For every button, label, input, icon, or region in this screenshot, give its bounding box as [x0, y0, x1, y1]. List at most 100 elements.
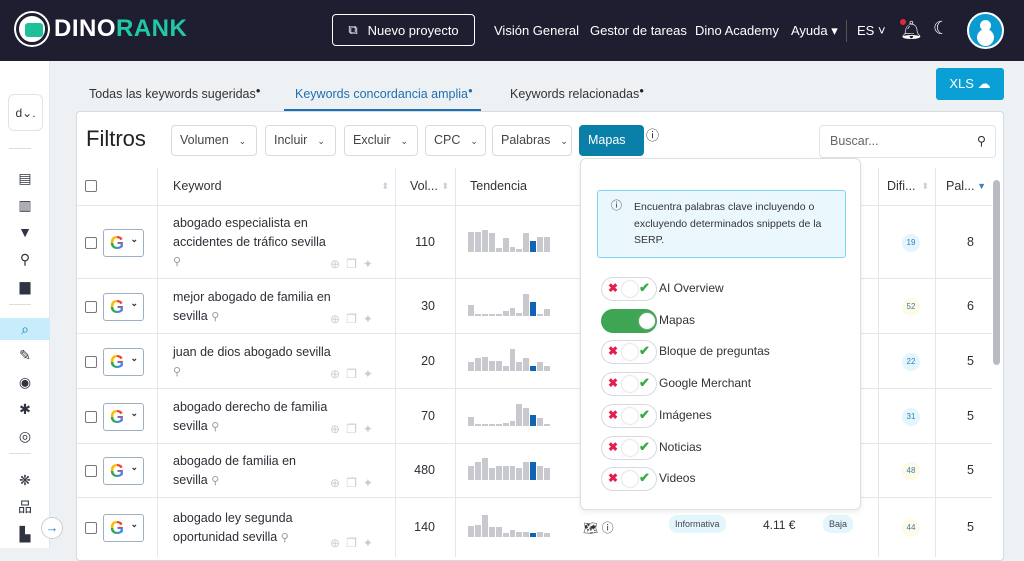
tab-broad-match[interactable]: Keywords concordancia amplia● [295, 86, 473, 101]
pencil-icon[interactable]: ✎ [0, 344, 50, 366]
row-checkbox[interactable] [85, 410, 97, 423]
ai-sparkle-icon[interactable]: ✦ [363, 476, 379, 490]
bug-icon[interactable]: ✱ [0, 398, 50, 420]
trend-bar [488, 314, 495, 316]
column-label: Keyword [173, 179, 222, 193]
column-trend[interactable]: Tendencia [455, 168, 580, 205]
report-icon[interactable]: ▤ [0, 167, 50, 189]
trend-bar [468, 231, 474, 252]
search-engine-dropdown[interactable]: G ⌄ [103, 292, 144, 321]
map-pin-icon[interactable]: ⚲ [0, 248, 50, 270]
filter-include[interactable]: Incluir ⌄ [265, 125, 336, 156]
toggle-ai-overview[interactable]: ✖ ✔ [601, 277, 657, 301]
toggle-noticias[interactable]: ✖ ✔ [601, 435, 657, 460]
filter-words[interactable]: Palabras ⌄ [492, 125, 572, 156]
user-avatar[interactable] [967, 12, 1004, 49]
expand-sidebar-arrow-icon[interactable]: → [41, 517, 63, 539]
filter-maps-active[interactable]: Mapas ✖ [579, 125, 644, 176]
search-icon[interactable]: ⚲ [211, 475, 219, 487]
filter-cpc[interactable]: CPC ⌄ [425, 125, 486, 156]
toggle-bloque-de-preguntas[interactable]: ✖ ✔ [601, 340, 657, 365]
cookie-icon[interactable]: ◉ [0, 371, 50, 393]
new-project-button[interactable]: ⧉ Nuevo proyecto [332, 14, 475, 46]
search-engine-dropdown[interactable]: G ⌄ [103, 228, 144, 257]
row-checkbox[interactable] [85, 465, 97, 477]
sitemap-icon[interactable]: 品 [0, 496, 50, 518]
toggle-google-merchant[interactable]: ✖ ✔ [601, 372, 657, 397]
tab-all-suggested[interactable]: Todas las keywords sugeridas● [89, 86, 261, 101]
dark-mode-moon-icon[interactable]: ☾ [933, 18, 949, 39]
cell-divider [878, 279, 879, 333]
search-icon[interactable]: ⚲ [211, 311, 219, 323]
toggle-mapas[interactable] [601, 308, 657, 333]
trend-bar [509, 348, 516, 371]
copy-icon[interactable]: ❐ [346, 476, 363, 490]
funnel-icon[interactable]: ▼ [0, 221, 50, 243]
search-input[interactable]: Buscar... ⚲ [819, 125, 996, 158]
table-scrollbar[interactable] [993, 180, 1000, 365]
column-words[interactable]: Pal... ▼ [935, 168, 992, 205]
difficulty-badge: 22 [902, 352, 920, 371]
search-engine-dropdown[interactable]: G ⌄ [103, 347, 144, 376]
add-icon[interactable]: ⊕ [330, 312, 346, 326]
filter-exclude[interactable]: Excluir ⌄ [344, 125, 418, 156]
add-icon[interactable]: ⊕ [330, 367, 346, 381]
row-checkbox[interactable] [85, 300, 97, 313]
row-checkbox[interactable] [85, 522, 97, 534]
toggle-im-genes[interactable]: ✖ ✔ [601, 403, 657, 428]
column-volume[interactable]: Vol... ⬍ [395, 168, 455, 205]
volume-value: 140 [414, 520, 435, 534]
bar-chart-icon[interactable]: ▥ [0, 194, 50, 216]
info-icon: ⓘ [611, 200, 622, 212]
search-engine-dropdown[interactable]: G ⌄ [103, 402, 144, 431]
search-engine-dropdown[interactable]: G ⌄ [103, 457, 144, 485]
language-selector[interactable]: ES ˅ [857, 23, 886, 38]
trend-bar [516, 531, 523, 537]
column-keyword[interactable]: Keyword ⬍ [157, 168, 395, 205]
eye-icon[interactable]: ◎ [0, 425, 50, 447]
add-icon[interactable]: ⊕ [330, 422, 346, 436]
export-xls-button[interactable]: XLS ☁ [936, 68, 1004, 100]
search-icon[interactable]: ⚲ [173, 256, 181, 268]
nav-task-manager[interactable]: Gestor de tareas [590, 23, 687, 38]
info-icon[interactable]: ⓘ [646, 125, 659, 144]
cell-divider [935, 334, 936, 388]
nav-dino-academy[interactable]: Dino Academy [695, 23, 779, 38]
nav-vision-general[interactable]: Visión General [494, 23, 579, 38]
ai-sparkle-icon[interactable]: ✦ [363, 367, 379, 381]
competition-badge: Baja [823, 515, 854, 533]
filter-volume[interactable]: Volumen ⌄ [171, 125, 257, 156]
copy-icon[interactable]: ❐ [346, 257, 363, 271]
nav-help-dropdown[interactable]: Ayuda ▾ [791, 23, 838, 39]
search-engine-dropdown[interactable]: G ⌄ [103, 514, 144, 542]
ai-sparkle-icon[interactable]: ✦ [363, 422, 379, 436]
notifications-bell-icon[interactable]: 🔔︎ [900, 19, 923, 41]
search-icon[interactable]: ⚲ [977, 126, 986, 157]
search-icon[interactable]: ⚲ [281, 532, 289, 544]
search-icon[interactable]: ⚲ [173, 366, 181, 378]
ai-sparkle-icon[interactable]: ✦ [363, 257, 379, 271]
column-difficulty[interactable]: Difi... ⬍ [878, 168, 935, 205]
copy-icon[interactable]: ❐ [346, 367, 363, 381]
copy-icon[interactable]: ❐ [346, 312, 363, 326]
add-icon[interactable]: ⊕ [330, 476, 346, 490]
serp-features-popup: ⓘ Encuentra palabras clave incluyendo o e… [580, 158, 861, 510]
trend-bar [495, 424, 502, 426]
toggle-videos[interactable]: ✖ ✔ [601, 467, 657, 492]
copy-icon[interactable]: ❐ [346, 422, 363, 436]
search-icon[interactable]: ⚲ [211, 421, 219, 433]
tab-related[interactable]: Keywords relacionadas● [510, 86, 644, 101]
pdf-icon[interactable]: ▆ [0, 275, 50, 297]
network-icon[interactable]: ❋ [0, 469, 50, 491]
select-all-checkbox[interactable] [85, 180, 97, 192]
dinorank-logo[interactable]: DINORANK [16, 13, 187, 45]
dino-logo-icon [16, 13, 48, 45]
ai-sparkle-icon[interactable]: ✦ [363, 312, 379, 326]
row-checkbox[interactable] [85, 236, 97, 249]
project-selector[interactable]: d⌄. [8, 94, 43, 131]
keyword-research-icon[interactable]: ⌕ [0, 318, 50, 340]
add-icon[interactable]: ⊕ [330, 257, 346, 271]
row-checkbox[interactable] [85, 355, 97, 368]
difficulty-badge: 19 [902, 233, 920, 252]
word-count: 5 [967, 408, 974, 423]
